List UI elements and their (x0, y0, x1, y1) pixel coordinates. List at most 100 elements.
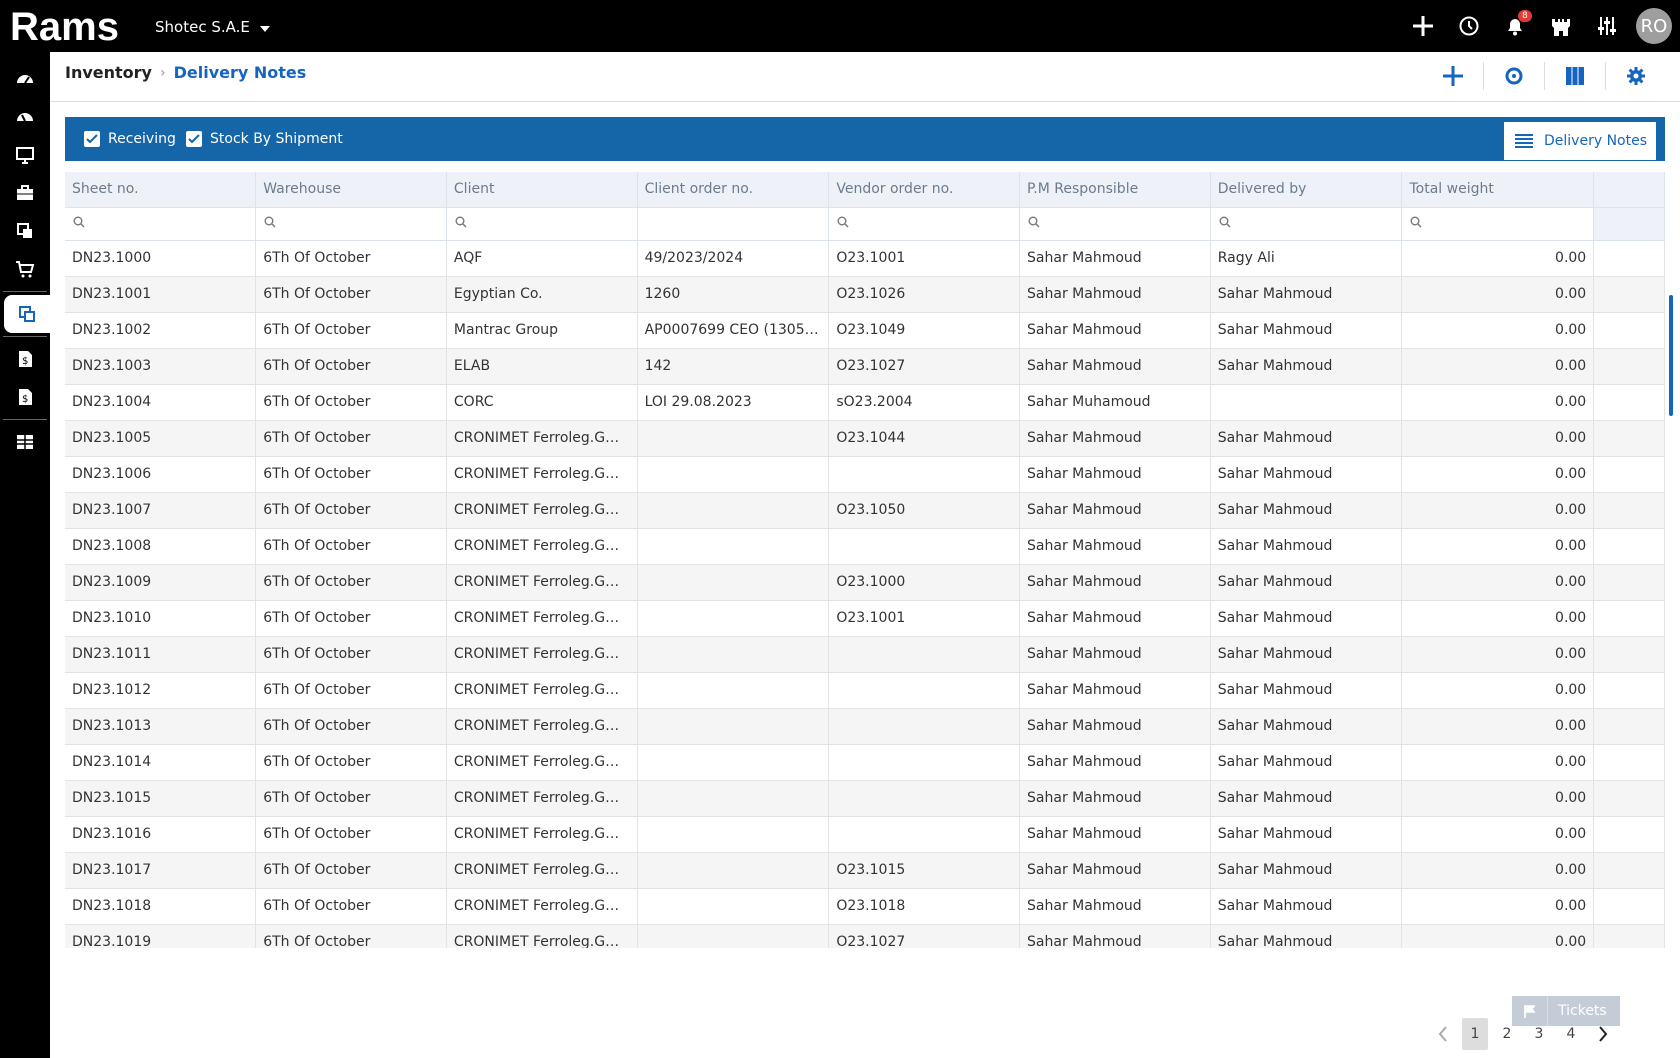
cell-warehouse: 6Th Of October (255, 384, 447, 421)
column-header-sheet-no[interactable]: Sheet no. (65, 172, 257, 208)
stock-by-shipment-checkbox[interactable]: Stock By Shipment (186, 131, 343, 147)
notifications-bell-icon[interactable]: 8 (1492, 0, 1538, 52)
history-icon[interactable] (1446, 0, 1492, 52)
receiving-label: Receiving (108, 131, 176, 147)
briefcase-icon[interactable] (0, 174, 50, 212)
invoice-dollar-icon[interactable]: $ (0, 340, 50, 378)
table-row[interactable]: DN23.1003 6Th Of October ELAB 142 O23.1027 Sa… (65, 348, 1665, 385)
cell-vendor-order-no: O23.1015 (828, 852, 1021, 889)
dashboard-icon[interactable] (0, 60, 50, 98)
table-row[interactable]: DN23.1015 6Th Of October CRONIMET Ferroleg… (65, 780, 1665, 817)
cell-client-order-no (637, 564, 830, 601)
cell-warehouse: 6Th Of October (255, 348, 447, 385)
cell-client: CORC (446, 384, 638, 421)
table-row[interactable]: DN23.1012 6Th Of October CRONIMET Ferroleg… (65, 672, 1665, 709)
rams-logo[interactable]: Rams (10, 4, 132, 46)
add-delivery-note-button[interactable] (1423, 60, 1483, 92)
cell-total-weight: 0.00 (1401, 888, 1595, 925)
settings-gear-icon[interactable] (1606, 60, 1666, 92)
vertical-scrollbar[interactable] (1669, 295, 1673, 416)
table-row[interactable]: DN23.1008 6Th Of October CRONIMET Ferroleg… (65, 528, 1665, 565)
sliders-icon[interactable] (1584, 0, 1630, 52)
breadcrumb-inventory[interactable]: Inventory (65, 63, 152, 82)
cell-pm-responsible: Sahar Mahmoud (1019, 312, 1211, 349)
monitor-icon[interactable] (0, 136, 50, 174)
receiving-checkbox[interactable]: Receiving (84, 131, 176, 147)
column-header-client-order-no[interactable]: Client order no. (637, 172, 830, 208)
cell-warehouse: 6Th Of October (255, 816, 447, 853)
company-selector[interactable]: Shotec S.A.E (155, 18, 270, 36)
add-icon[interactable] (1400, 0, 1446, 52)
table-row[interactable]: DN23.1018 6Th Of October CRONIMET Ferroleg… (65, 888, 1665, 925)
cell-spacer (1593, 888, 1665, 925)
tickets-button[interactable]: Tickets (1512, 996, 1620, 1026)
cell-total-weight: 0.00 (1401, 492, 1595, 529)
filter-sheet-no[interactable] (65, 207, 257, 241)
column-header-warehouse[interactable]: Warehouse (255, 172, 447, 208)
filter-vendor-order-no[interactable] (828, 207, 1021, 241)
sidebar: $ $ (0, 52, 50, 1058)
cell-vendor-order-no (828, 636, 1021, 673)
table-row[interactable]: DN23.1013 6Th Of October CRONIMET Ferroleg… (65, 708, 1665, 745)
cell-warehouse: 6Th Of October (255, 312, 447, 349)
chevron-left-icon[interactable] (1430, 1018, 1456, 1050)
cell-vendor-order-no (828, 744, 1021, 781)
columns-icon[interactable] (1545, 60, 1605, 92)
cell-client: Egyptian Co. (446, 276, 638, 313)
refresh-icon[interactable] (1484, 60, 1544, 92)
column-header-delivered-by[interactable]: Delivered by (1210, 172, 1403, 208)
column-header-client[interactable]: Client (446, 172, 638, 208)
filter-warehouse[interactable] (255, 207, 447, 241)
cell-warehouse: 6Th Of October (255, 852, 447, 889)
column-header-vendor-order-no[interactable]: Vendor order no. (828, 172, 1021, 208)
reports-icon[interactable] (0, 423, 50, 461)
user-avatar[interactable]: RO (1636, 8, 1672, 44)
table-row[interactable]: DN23.1009 6Th Of October CRONIMET Ferroleg… (65, 564, 1665, 601)
table-row[interactable]: DN23.1014 6Th Of October CRONIMET Ferroleg… (65, 744, 1665, 781)
table-row[interactable]: DN23.1002 6Th Of October Mantrac Group AP00… (65, 312, 1665, 349)
inventory-icon[interactable] (4, 295, 50, 333)
table-row[interactable]: DN23.1006 6Th Of October CRONIMET Ferroleg… (65, 456, 1665, 493)
cell-spacer (1593, 420, 1665, 457)
table-row[interactable]: DN23.1017 6Th Of October CRONIMET Ferroleg… (65, 852, 1665, 889)
table-row[interactable]: DN23.1001 6Th Of October Egyptian Co. 1260 O… (65, 276, 1665, 313)
filter-client-order-no[interactable] (637, 207, 830, 241)
castle-icon[interactable] (1538, 0, 1584, 52)
receipt-dollar-icon[interactable]: $ (0, 378, 50, 416)
layers-icon[interactable] (0, 212, 50, 250)
tickets-label: Tickets (1558, 1003, 1607, 1019)
sidebar-divider (3, 419, 47, 420)
page-1[interactable]: 1 (1462, 1018, 1488, 1050)
cell-vendor-order-no: O23.1049 (828, 312, 1021, 349)
cell-warehouse: 6Th Of October (255, 924, 447, 948)
cell-pm-responsible: Sahar Mahmoud (1019, 528, 1211, 565)
cell-sheet-no: DN23.1018 (65, 888, 257, 925)
cell-delivered-by: Sahar Mahmoud (1210, 276, 1403, 313)
tab-delivery-notes[interactable]: Delivery Notes (1504, 122, 1656, 160)
filter-pm-responsible[interactable] (1019, 207, 1211, 241)
filter-delivered-by[interactable] (1210, 207, 1403, 241)
cell-total-weight: 0.00 (1401, 708, 1595, 745)
table-row[interactable]: DN23.1000 6Th Of October AQF 49/2023/2024 O2… (65, 240, 1665, 277)
gauge-icon[interactable] (0, 98, 50, 136)
table-row[interactable]: DN23.1019 6Th Of October CRONIMET Ferroleg… (65, 924, 1665, 948)
table-row[interactable]: DN23.1007 6Th Of October CRONIMET Ferroleg… (65, 492, 1665, 529)
cell-warehouse: 6Th Of October (255, 780, 447, 817)
shopping-cart-icon[interactable] (0, 250, 50, 288)
cell-spacer (1593, 636, 1665, 673)
cell-delivered-by: Sahar Mahmoud (1210, 744, 1403, 781)
column-header-pm-responsible[interactable]: P.M Responsible (1019, 172, 1211, 208)
filter-client[interactable] (446, 207, 638, 241)
table-row[interactable]: DN23.1011 6Th Of October CRONIMET Ferroleg… (65, 636, 1665, 673)
cell-total-weight: 0.00 (1401, 456, 1595, 493)
cell-spacer (1593, 348, 1665, 385)
cell-client: CRONIMET Ferroleg.GmbH (446, 852, 638, 889)
cell-total-weight: 0.00 (1401, 348, 1595, 385)
cell-vendor-order-no: O23.1001 (828, 600, 1021, 637)
column-header-total-weight[interactable]: Total weight (1401, 172, 1595, 208)
filter-total-weight[interactable] (1401, 207, 1595, 241)
table-row[interactable]: DN23.1004 6Th Of October CORC LOI 29.08.202… (65, 384, 1665, 421)
table-row[interactable]: DN23.1010 6Th Of October CRONIMET Ferroleg… (65, 600, 1665, 637)
table-row[interactable]: DN23.1016 6Th Of October CRONIMET Ferroleg… (65, 816, 1665, 853)
table-row[interactable]: DN23.1005 6Th Of October CRONIMET Ferroleg… (65, 420, 1665, 457)
